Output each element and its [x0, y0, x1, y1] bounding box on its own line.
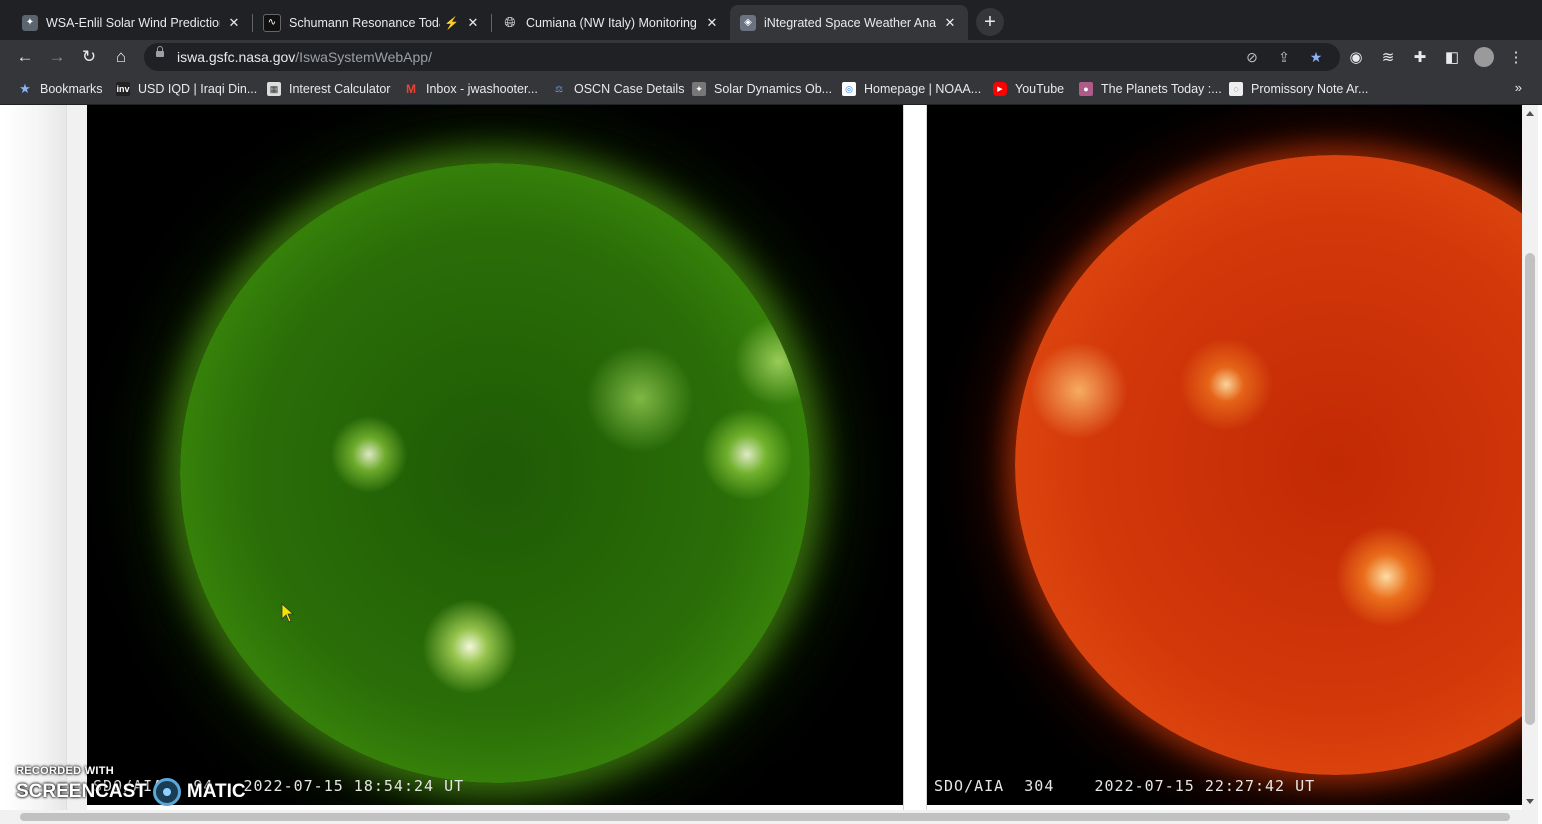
globe-icon: 🌐︎ [504, 14, 516, 30]
sdo-icon: ✦ [692, 82, 706, 96]
bookmark-label: Homepage | NOAA... [864, 82, 982, 96]
tab-title: iNtegrated Space Weather Analy [764, 15, 936, 30]
bookmark-label: The Planets Today :... [1101, 82, 1222, 96]
schumann-icon: ∿ [263, 13, 281, 32]
menu-icon[interactable]: ⋮ [1504, 45, 1528, 69]
share-icon[interactable]: ⇪ [1274, 47, 1294, 67]
sdo-aia-94-image[interactable]: SDO/AIA 94 2022-07-15 18:54:24 UT [87, 105, 903, 805]
extension-icon[interactable]: ◉ [1344, 45, 1368, 69]
bookmark-label: OSCN Case Details [574, 82, 685, 96]
scroll-down-icon[interactable] [1526, 799, 1534, 804]
instrument-label: SDO/AIA [934, 777, 1005, 795]
url-host: iswa.gsfc.nasa.gov [177, 49, 296, 65]
bookmark-label: Bookmarks [40, 82, 103, 96]
timestamp-label: 2022-07-15 18:54:24 UT [243, 777, 465, 795]
image-label-304: SDO/AIA 304 2022-07-15 22:27:42 UT [934, 777, 1315, 795]
tab-strip: ✦ WSA-Enlil Solar Wind Prediction ✕ ∿ Sc… [0, 0, 1542, 40]
bookmark-item[interactable]: ◎ Homepage | NOAA... [842, 80, 981, 98]
lightning-icon: ⚡ [444, 15, 459, 30]
screencast-watermark: RECORDED WITH SCREENCAST MATIC [16, 765, 246, 806]
bookmark-label: YouTube [1015, 82, 1065, 96]
bookmark-item[interactable]: ◌ Promissory Note Ar... [1229, 80, 1368, 98]
sun-disk-304 [1015, 155, 1522, 775]
planets-icon: ● [1079, 82, 1093, 96]
horizontal-scroll-thumb[interactable] [20, 813, 1510, 821]
tab-schumann[interactable]: ∿ Schumann Resonance Today ⚡ ✕ [253, 5, 491, 40]
back-button[interactable]: ← [12, 44, 38, 70]
browser-toolbar: ← → ↻ ⌂ iswa.gsfc.nasa.gov/IswaSystemWeb… [0, 40, 1542, 74]
home-button[interactable]: ⌂ [108, 44, 134, 70]
gmail-icon: M [406, 82, 416, 96]
page-left-margin [4, 105, 66, 824]
tab-cumiana[interactable]: 🌐︎ Cumiana (NW Italy) Monitoring S ✕ [492, 5, 730, 40]
watermark-right-text: MATIC [186, 781, 246, 802]
bookmark-label: Promissory Note Ar... [1251, 82, 1369, 96]
close-icon[interactable]: ✕ [942, 15, 958, 31]
wavelength-label: 304 [1024, 777, 1055, 795]
address-bar[interactable]: iswa.gsfc.nasa.gov/IswaSystemWebApp/ ⊘ ⇪… [144, 43, 1340, 71]
screencast-logo-icon [152, 778, 181, 806]
bookmark-label: Solar Dynamics Ob... [714, 82, 833, 96]
page-left-column [66, 105, 87, 824]
side-panel-icon[interactable]: ◧ [1440, 45, 1464, 69]
tab-wsa-enlil[interactable]: ✦ WSA-Enlil Solar Wind Prediction ✕ [12, 5, 252, 40]
sun-disk-94 [180, 163, 810, 783]
url-text[interactable]: iswa.gsfc.nasa.gov/IswaSystemWebApp/ [177, 49, 432, 65]
watermark-left-text: SCREENCAST [16, 781, 147, 802]
bookmark-item[interactable]: ★ Bookmarks [18, 80, 103, 98]
bookmark-label: Inbox - jwashooter... [426, 82, 538, 96]
close-icon[interactable]: ✕ [704, 15, 720, 31]
noaa-icon: ◎ [842, 82, 856, 96]
bookmark-label: USD IQD | Iraqi Din... [138, 82, 258, 96]
eye-off-icon[interactable]: ⊘ [1242, 47, 1262, 67]
scroll-up-icon[interactable] [1526, 111, 1534, 116]
avatar[interactable] [1472, 45, 1496, 69]
timestamp-label: 2022-07-15 22:27:42 UT [1094, 777, 1316, 795]
horizontal-scrollbar[interactable] [0, 810, 1538, 824]
panel-divider [903, 105, 927, 824]
url-path: /IswaSystemWebApp/ [295, 49, 432, 65]
reload-button[interactable]: ↻ [76, 44, 102, 70]
tab-title: WSA-Enlil Solar Wind Prediction [46, 15, 220, 30]
vertical-scroll-thumb[interactable] [1525, 253, 1535, 725]
watermark-top-text: RECORDED WITH [16, 765, 115, 777]
extension-w-icon[interactable]: ≋ [1376, 45, 1400, 69]
sdo-aia-304-image[interactable]: SDO/AIA 304 2022-07-15 22:27:42 UT [927, 105, 1522, 805]
close-icon[interactable]: ✕ [465, 15, 481, 31]
forward-button[interactable]: → [44, 44, 70, 70]
puzzle-icon[interactable]: ✚ [1408, 45, 1432, 69]
nasa-icon: ✦ [22, 14, 38, 31]
new-tab-button[interactable]: + [976, 8, 1004, 36]
vertical-scrollbar[interactable] [1522, 105, 1538, 810]
promissory-icon: ◌ [1229, 82, 1243, 96]
bookmarks-overflow-icon[interactable]: » [1515, 80, 1522, 95]
bookmark-item[interactable]: ⚖ OSCN Case Details [552, 80, 685, 98]
close-icon[interactable]: ✕ [226, 15, 242, 31]
bookmark-star-icon[interactable]: ★ [1306, 47, 1326, 67]
bookmark-item[interactable]: M Inbox - jwashooter... [404, 80, 538, 98]
tab-title: Cumiana (NW Italy) Monitoring S [526, 15, 698, 30]
bookmark-item[interactable]: ▦ Interest Calculator [267, 80, 390, 98]
bookmark-item[interactable]: ▶ YouTube [993, 80, 1064, 98]
oscn-icon: ⚖ [554, 83, 564, 94]
lock-icon [156, 46, 164, 57]
youtube-icon: ▶ [993, 82, 1007, 96]
tab-iswa[interactable]: ◈ iNtegrated Space Weather Analy ✕ [730, 5, 968, 40]
bookmark-label: Interest Calculator [289, 82, 391, 96]
star-icon: ★ [19, 81, 31, 96]
page-viewport: SDO/AIA 94 2022-07-15 18:54:24 UT SDO/AI… [0, 105, 1542, 824]
calculator-icon: ▦ [267, 82, 281, 96]
bookmark-item[interactable]: ✦ Solar Dynamics Ob... [692, 80, 832, 98]
bookmarks-bar: ★ Bookmarks inv USD IQD | Iraqi Din... ▦… [0, 74, 1542, 105]
bookmark-item[interactable]: inv USD IQD | Iraqi Din... [116, 80, 257, 98]
inv-icon: inv [116, 82, 130, 96]
tab-title: Schumann Resonance Today [289, 15, 441, 30]
bookmark-item[interactable]: ● The Planets Today :... [1079, 80, 1222, 98]
iswa-icon: ◈ [740, 14, 756, 31]
